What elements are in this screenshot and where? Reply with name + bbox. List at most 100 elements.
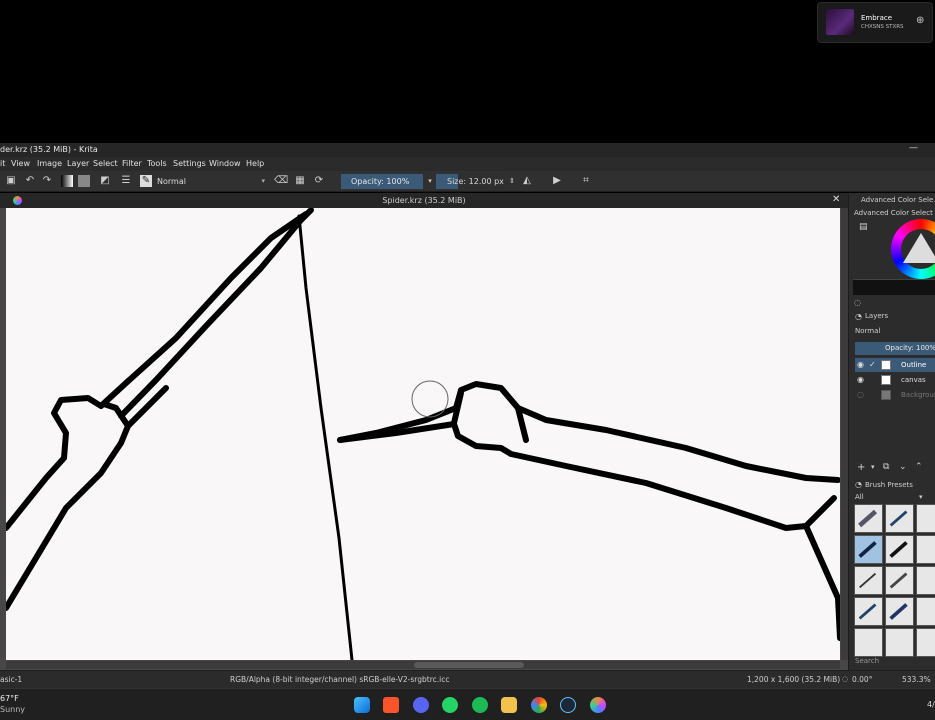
start-icon[interactable] bbox=[354, 697, 370, 713]
layer-thumbnail bbox=[881, 360, 891, 370]
scrollbar-thumb[interactable] bbox=[414, 662, 524, 668]
undo-icon[interactable]: ↶ bbox=[24, 175, 36, 187]
brush-preset-blue-pen[interactable] bbox=[854, 597, 883, 626]
layers-blend-mode[interactable]: Normal bbox=[855, 327, 880, 335]
menu-settings[interactable]: Settings bbox=[173, 159, 206, 168]
layer-thumbnail bbox=[881, 390, 891, 400]
add-layer-icon[interactable]: + bbox=[857, 462, 865, 473]
horizontal-scrollbar[interactable] bbox=[6, 661, 840, 669]
chevron-down-icon[interactable]: ▾ bbox=[919, 493, 923, 501]
layers-opacity-slider[interactable]: Opacity: 100% bbox=[855, 342, 935, 355]
brush-preset-icon[interactable]: ✎ bbox=[140, 175, 152, 187]
brush-preset-13[interactable] bbox=[854, 628, 883, 657]
fg-bg-color-icon[interactable]: ◩ bbox=[99, 175, 111, 187]
brush-settings-icon[interactable]: ☰ bbox=[120, 175, 132, 187]
steam-icon[interactable] bbox=[560, 697, 576, 713]
pattern-icon[interactable] bbox=[78, 175, 90, 187]
opacity-slider[interactable]: Opacity: 100% bbox=[341, 174, 423, 189]
brush-preset-blue-marker[interactable] bbox=[885, 597, 914, 626]
brush-preset-pen[interactable] bbox=[885, 504, 914, 533]
duplicate-layer-icon[interactable]: ⧉ bbox=[883, 462, 889, 472]
reload-icon[interactable]: ⟳ bbox=[313, 175, 325, 187]
brush-filter-select[interactable]: All bbox=[855, 493, 864, 501]
status-bar: asic-1 RGB/Alpha (8-bit integer/channel)… bbox=[0, 670, 935, 688]
brush-preset-brush[interactable] bbox=[885, 566, 914, 595]
brush-preset-14[interactable] bbox=[885, 628, 914, 657]
brush-cursor bbox=[411, 380, 449, 418]
layers-title: Layers bbox=[865, 312, 889, 320]
menu-view[interactable]: View bbox=[11, 159, 30, 168]
mirror-vertical-icon[interactable]: ▶ bbox=[551, 175, 563, 187]
brave-icon[interactable] bbox=[383, 697, 399, 713]
whatsapp-icon[interactable] bbox=[442, 697, 458, 713]
gradient-icon[interactable] bbox=[61, 175, 73, 187]
drawing-canvas[interactable] bbox=[6, 208, 840, 660]
media-player-card[interactable]: Embrace CHXSNS STXRS ⊕ bbox=[817, 2, 933, 43]
brush-preset-marker[interactable] bbox=[885, 535, 914, 564]
menu-image[interactable]: Image bbox=[37, 159, 62, 168]
mirror-horizontal-icon[interactable]: ◭ bbox=[521, 175, 533, 187]
color-settings-icon[interactable]: ▤ bbox=[859, 222, 868, 232]
tool-options-bar: ▣ ↶ ↷ ◩ ☰ ✎ Normal ▾ ⌫ ▦ ⟳ Opacity: 100%… bbox=[0, 171, 935, 192]
save-icon[interactable]: ▣ bbox=[5, 175, 17, 187]
vertical-scrollbar[interactable] bbox=[841, 208, 848, 660]
redo-icon[interactable]: ↷ bbox=[41, 175, 53, 187]
rotate-icon[interactable]: ◌ bbox=[842, 675, 848, 683]
eye-icon[interactable]: ◉ bbox=[857, 373, 864, 387]
brush-preset-12[interactable] bbox=[916, 597, 935, 626]
size-value: Size: 12.00 px bbox=[447, 177, 504, 186]
menu-filter[interactable]: Filter bbox=[122, 159, 142, 168]
discord-icon[interactable] bbox=[413, 697, 429, 713]
weather-description[interactable]: Sunny bbox=[0, 705, 25, 714]
rotation-value[interactable]: 0.00° bbox=[852, 675, 872, 684]
close-icon[interactable]: ✕ bbox=[832, 194, 840, 205]
layer-row-background[interactable]: ○ Backgroun bbox=[855, 388, 935, 402]
brush-preset-eraser[interactable] bbox=[854, 504, 883, 533]
menu-tools[interactable]: Tools bbox=[147, 159, 167, 168]
window-title-bar: der.krz (35.2 MiB) - Krita — bbox=[0, 143, 935, 157]
chrome-icon[interactable] bbox=[531, 697, 547, 713]
eraser-icon[interactable]: ⌫ bbox=[274, 175, 288, 187]
brush-preset-pencil[interactable] bbox=[854, 566, 883, 595]
eye-hidden-icon[interactable]: ○ bbox=[857, 388, 864, 402]
menu-help[interactable]: Help bbox=[246, 159, 264, 168]
krita-icon[interactable] bbox=[590, 697, 606, 713]
document-title[interactable]: Spider.krz (35.2 MiB) bbox=[0, 196, 848, 205]
taskbar-clock[interactable]: 4/ bbox=[927, 700, 935, 709]
menu-edit[interactable]: it bbox=[0, 159, 5, 168]
eye-icon[interactable]: ◉ bbox=[857, 358, 864, 372]
move-up-icon[interactable]: ⌃ bbox=[915, 462, 923, 472]
crop-icon[interactable]: ⌗ bbox=[580, 175, 592, 187]
brush-preset-ink-selected[interactable] bbox=[854, 535, 883, 564]
color-refresh-icon[interactable]: ◌ bbox=[854, 298, 861, 307]
blend-mode-value: Normal bbox=[157, 177, 186, 186]
brush-preset-3[interactable] bbox=[916, 504, 935, 533]
spotify-icon[interactable] bbox=[472, 697, 488, 713]
blend-mode-select[interactable]: Normal ▾ bbox=[155, 175, 267, 188]
brush-preset-6[interactable] bbox=[916, 535, 935, 564]
layer-name: canvas bbox=[901, 376, 926, 384]
add-circle-icon[interactable]: ⊕ bbox=[916, 15, 924, 26]
brush-preset-9[interactable] bbox=[916, 566, 935, 595]
move-down-icon[interactable]: ⌄ bbox=[899, 462, 907, 472]
layer-row-outline[interactable]: ◉ ✓ Outline bbox=[855, 358, 935, 372]
chevron-down-icon[interactable]: ▾ bbox=[871, 463, 875, 471]
color-triangle[interactable] bbox=[903, 233, 935, 263]
size-slider[interactable]: Size: 12.00 px bbox=[436, 174, 508, 189]
brush-search-field[interactable]: Search bbox=[855, 657, 879, 665]
menu-window[interactable]: Window bbox=[209, 159, 241, 168]
file-explorer-icon[interactable] bbox=[501, 697, 517, 713]
minimize-icon[interactable]: — bbox=[909, 143, 918, 153]
brush-preset-15[interactable] bbox=[916, 628, 935, 657]
menu-layer[interactable]: Layer bbox=[67, 159, 89, 168]
window-title: der.krz (35.2 MiB) - Krita bbox=[0, 145, 98, 154]
menu-select[interactable]: Select bbox=[93, 159, 118, 168]
color-history-strip[interactable] bbox=[853, 279, 935, 295]
weather-temperature[interactable]: 67°F bbox=[0, 694, 19, 703]
chevron-down-icon[interactable]: ▾ bbox=[424, 175, 436, 187]
spin-arrows-icon[interactable]: ⇕ bbox=[506, 175, 518, 187]
layer-row-canvas[interactable]: ◉ canvas bbox=[855, 373, 935, 387]
zoom-value[interactable]: 533.3% bbox=[902, 675, 931, 684]
preserve-alpha-icon[interactable]: ▦ bbox=[294, 175, 306, 187]
check-icon[interactable]: ✓ bbox=[869, 358, 876, 372]
